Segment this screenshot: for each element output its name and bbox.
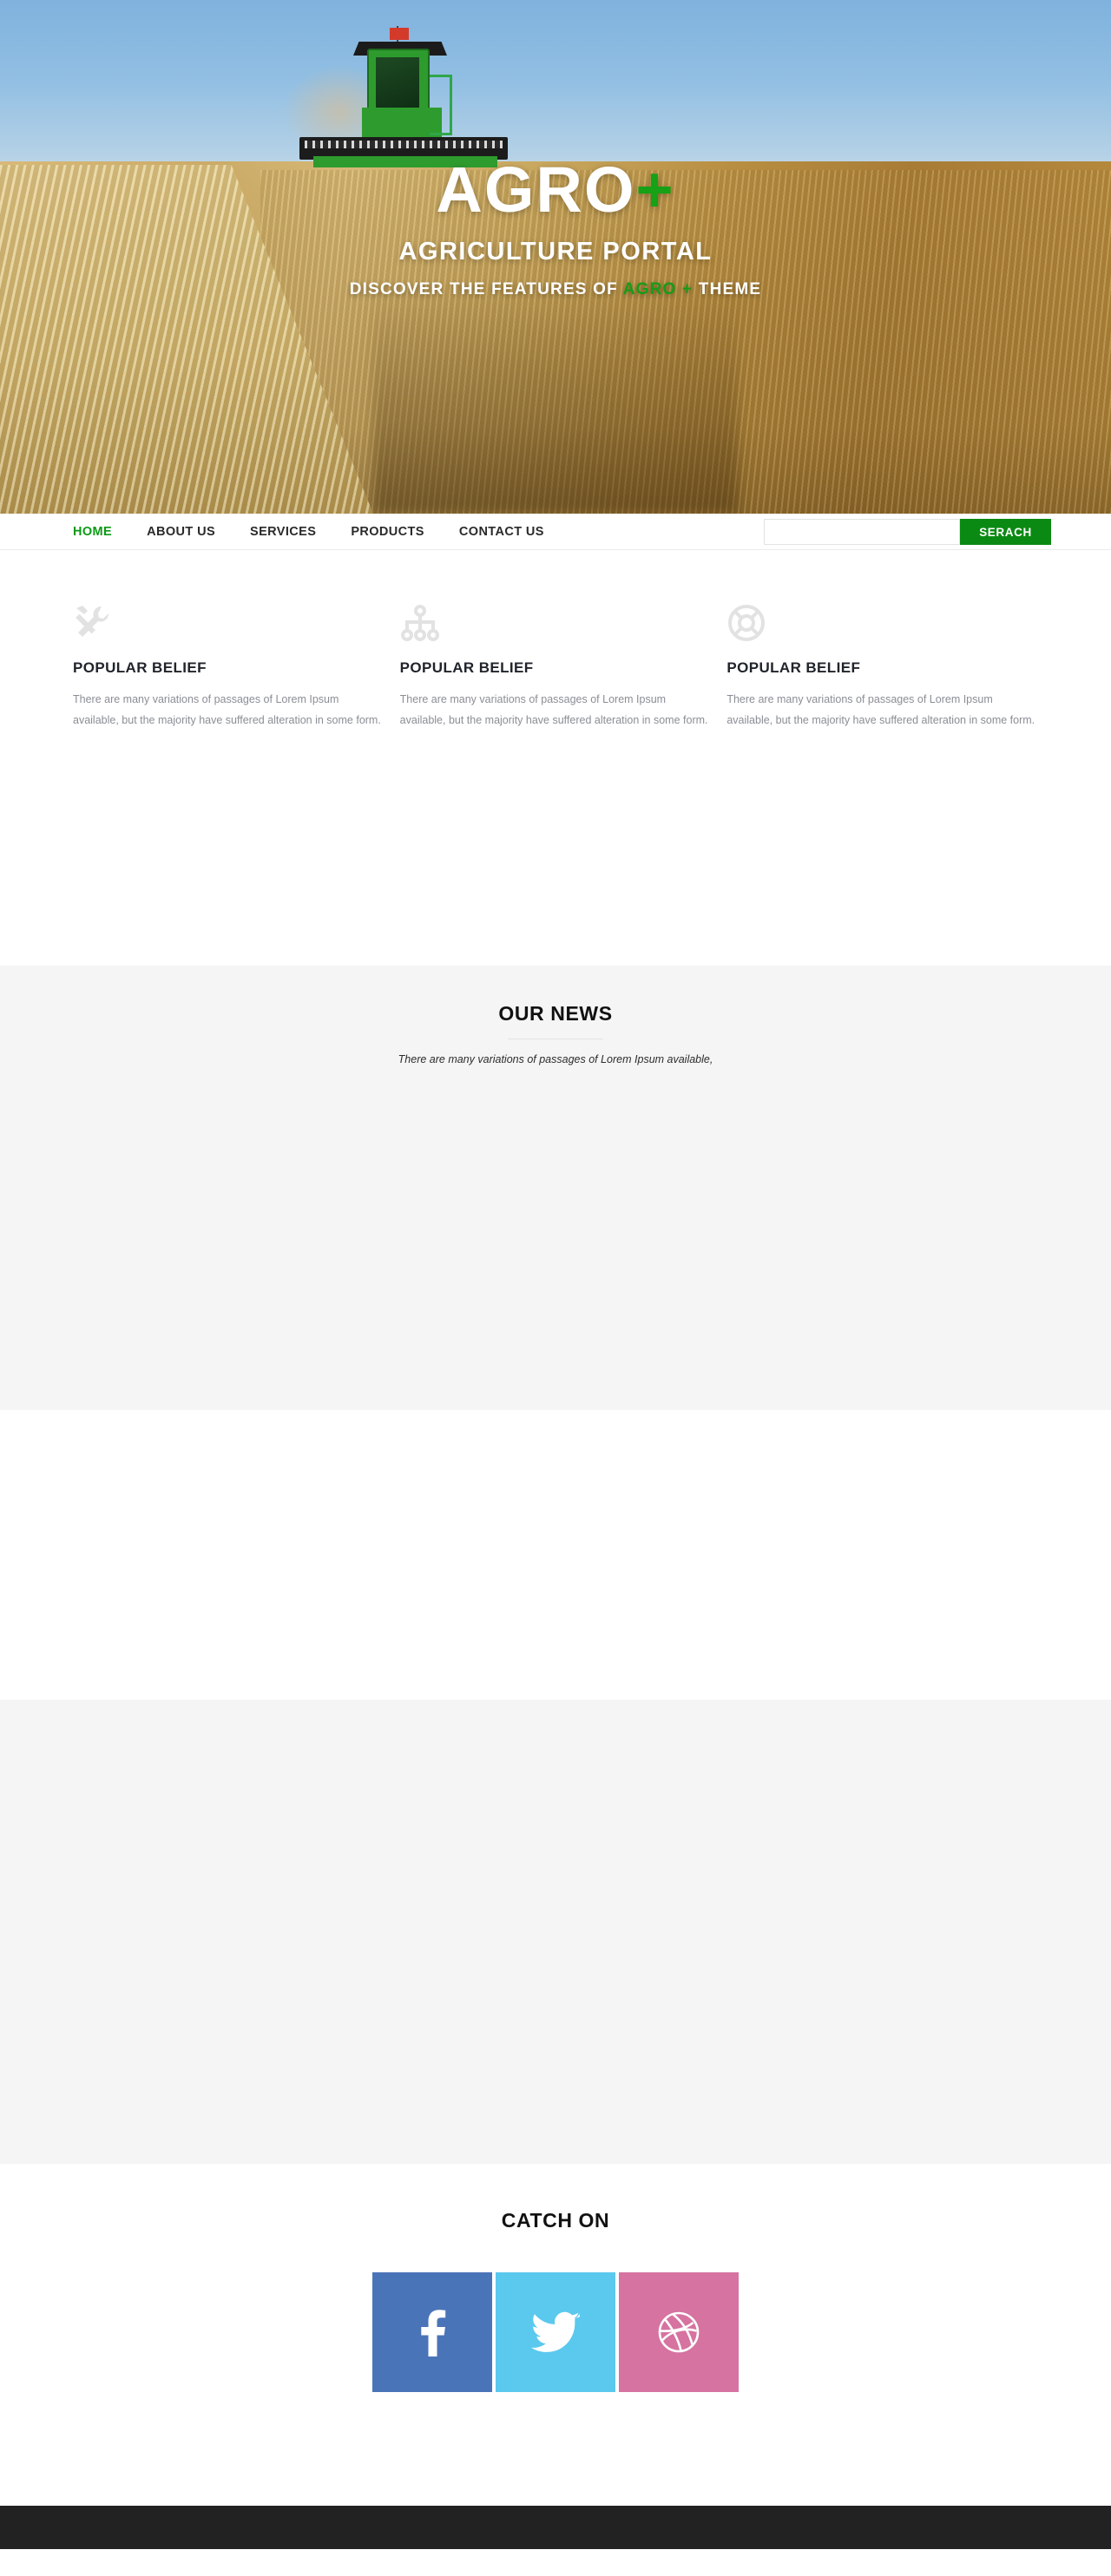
section-spacer-1 <box>0 731 1111 966</box>
feature-text: There are many variations of passages of… <box>73 693 381 727</box>
features-section: POPULAR BELIEF There are many variations… <box>0 550 1111 731</box>
social-link-dribbble[interactable] <box>619 2271 739 2392</box>
life-ring-icon <box>726 604 766 642</box>
social-link-twitter[interactable] <box>496 2271 615 2392</box>
sitemap-icon <box>400 604 440 642</box>
nav-item-home[interactable]: HOME <box>73 525 112 539</box>
hero-subline: DISCOVER THE FEATURES OF AGRO + THEME <box>350 280 762 299</box>
logo-plus: + <box>635 154 675 226</box>
facebook-icon <box>417 2308 447 2356</box>
news-title: OUR NEWS <box>498 1001 613 1025</box>
feature-text: There are many variations of passages of… <box>726 693 1035 727</box>
feature-title: POPULAR BELIEF <box>399 659 534 676</box>
feature-title: POPULAR BELIEF <box>73 659 207 676</box>
hero-text-block: AGRO+ AGRICULTURE PORTAL DISCOVER THE FE… <box>0 0 1111 514</box>
logo-text: AGRO <box>436 154 636 226</box>
nav-item-about-us[interactable]: ABOUT US <box>147 525 215 539</box>
social-links-row <box>0 2271 1111 2392</box>
news-section: OUR NEWS There are many variations of pa… <box>0 965 1111 1410</box>
feature-card-2: POPULAR BELIEF There are many variations… <box>400 604 712 731</box>
site-logo: AGRO+ <box>436 158 674 222</box>
main-navigation: HOME ABOUT US SERVICES PRODUCTS CONTACT … <box>0 514 1111 550</box>
hero-tagline: AGRICULTURE PORTAL <box>398 238 713 265</box>
social-link-facebook[interactable] <box>372 2271 492 2392</box>
feature-title: POPULAR BELIEF <box>726 659 861 676</box>
search-form: SERACH <box>764 519 1051 545</box>
catch-on-section: CATCH ON <box>0 2163 1111 2506</box>
subline-prefix: DISCOVER THE FEATURES OF <box>349 280 623 298</box>
feature-card-3: POPULAR BELIEF There are many variations… <box>726 604 1038 731</box>
nav-item-contact-us[interactable]: CONTACT US <box>459 525 544 539</box>
hero-banner: AGRO+ AGRICULTURE PORTAL DISCOVER THE FE… <box>0 0 1111 514</box>
catch-on-title: CATCH ON <box>501 2208 610 2232</box>
dribbble-icon <box>657 2311 700 2354</box>
news-subtitle: There are many variations of passages of… <box>398 1052 713 1065</box>
feature-text: There are many variations of passages of… <box>399 693 708 727</box>
subline-highlight: AGRO + <box>622 280 694 298</box>
section-spacer-2 <box>0 1409 1111 1700</box>
nav-links: HOME ABOUT US SERVICES PRODUCTS CONTACT … <box>73 525 579 539</box>
twitter-icon <box>531 2311 580 2353</box>
subline-suffix: THEME <box>693 280 762 298</box>
nav-item-products[interactable]: PRODUCTS <box>351 525 424 539</box>
feature-card-1: POPULAR BELIEF There are many variations… <box>73 604 385 731</box>
nav-item-services[interactable]: SERVICES <box>250 525 316 539</box>
search-button[interactable]: SERACH <box>960 519 1051 545</box>
search-input[interactable] <box>764 519 960 545</box>
section-gray-band-2 <box>0 1699 1111 2164</box>
site-footer <box>0 2505 1111 2549</box>
tools-icon <box>73 604 113 642</box>
